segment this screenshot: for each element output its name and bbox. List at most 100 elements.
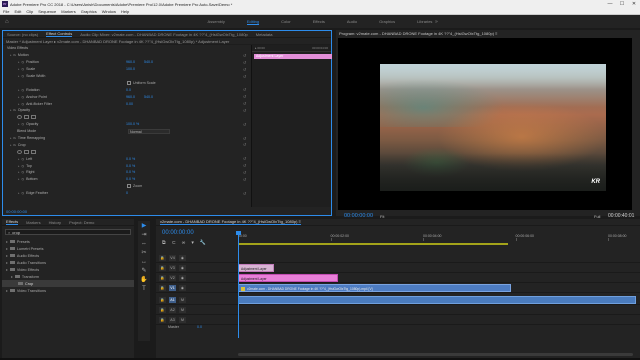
tab-metadata[interactable]: Metadata [256, 32, 273, 37]
lock-icon[interactable]: 🔒 [159, 316, 166, 323]
timeline-timecode[interactable]: 00:00:00:00 [162, 230, 194, 236]
fx-toggle-icon[interactable]: fx [14, 108, 16, 112]
close-button[interactable]: ✕ [628, 1, 640, 7]
property-value[interactable]: 960.0 [126, 95, 135, 99]
expand-icon[interactable]: ▸ [18, 191, 20, 195]
pen-tool-icon[interactable]: ✎ [138, 266, 150, 275]
expand-icon[interactable]: ▸ [6, 288, 8, 293]
hand-tool-icon[interactable]: ✋ [138, 275, 150, 284]
effects-tree-item-video-effects[interactable]: ▸ Video Effects [2, 266, 134, 273]
tab-sequence[interactable]: v2mate.com - DHANBAD DRONE Footage in 4K… [160, 219, 301, 225]
eye-icon[interactable]: ◉ [179, 284, 186, 291]
reset-icon[interactable]: ↺ [243, 108, 246, 113]
expand-icon[interactable]: ▸ [10, 53, 12, 57]
expand-icon[interactable]: ▸ [6, 253, 8, 258]
more-workspaces-icon[interactable]: » [435, 19, 438, 25]
expand-icon[interactable]: ▸ [10, 143, 12, 147]
effects-tree-item-presets[interactable]: ▸ Presets [2, 238, 134, 245]
expand-icon[interactable]: ▸ [18, 102, 20, 106]
expand-icon[interactable]: ▸ [18, 157, 20, 161]
maximize-button[interactable]: ☐ [616, 1, 628, 7]
reset-icon[interactable]: ↺ [243, 142, 246, 147]
property-value-2[interactable]: 540.0 [144, 95, 153, 99]
property-value[interactable]: 100.0 [126, 67, 135, 71]
reset-icon[interactable]: ↺ [243, 191, 246, 196]
ripple-edit-tool-icon[interactable]: ⇔ [138, 239, 150, 248]
reset-icon[interactable]: ↺ [243, 101, 246, 106]
timeline-clip[interactable]: v2mate.com - DHANBAD DRONE Footage in 4K… [238, 284, 511, 292]
property-value[interactable]: 0.0 [126, 88, 131, 92]
workspace-effects[interactable]: Effects [313, 19, 325, 24]
minimize-button[interactable]: — [604, 1, 616, 7]
pen-mask-icon[interactable] [31, 115, 36, 120]
reset-icon[interactable]: ↺ [243, 122, 246, 127]
expand-icon[interactable]: ▸ [18, 60, 20, 64]
lock-icon[interactable]: 🔒 [159, 264, 166, 271]
property-value[interactable]: 0.0 % [126, 170, 135, 174]
expand-icon[interactable]: ▸ [11, 274, 13, 279]
expand-icon[interactable]: ▸ [10, 136, 12, 140]
effect-controls-ruler[interactable]: ▸ 00:00 00:00:04:00 [252, 45, 331, 52]
menu-markers[interactable]: Markers [61, 9, 75, 14]
menu-help[interactable]: Help [121, 9, 129, 14]
reset-icon[interactable]: ↺ [243, 74, 246, 79]
stopwatch-icon[interactable]: ◷ [22, 74, 25, 78]
reset-icon[interactable]: ↺ [243, 177, 246, 182]
timeline-clip[interactable]: Adjustment Layer [238, 274, 338, 282]
track-target[interactable]: A2 [169, 306, 176, 313]
effects-tree-item-audio-effects[interactable]: ▸ Audio Effects [2, 252, 134, 259]
menu-edit[interactable]: Edit [14, 9, 21, 14]
expand-icon[interactable]: ▸ [18, 177, 20, 181]
program-monitor-title[interactable]: Program: v2mate.com - DHANBAD DRONE Foot… [336, 30, 640, 37]
workspace-assembly[interactable]: Assembly [208, 19, 225, 24]
lock-icon[interactable]: 🔒 [159, 284, 166, 291]
type-tool-icon[interactable]: T [138, 284, 150, 293]
track-target[interactable]: A1 [169, 296, 176, 303]
expand-icon[interactable]: ▸ [18, 122, 20, 126]
reset-icon[interactable]: ↺ [243, 87, 246, 92]
eye-icon[interactable]: ◉ [179, 274, 186, 281]
effect-controls-clip-bar[interactable]: Adjustment Layer [254, 54, 332, 59]
mute-icon[interactable]: M [179, 296, 186, 303]
reset-icon[interactable]: ↺ [243, 170, 246, 175]
property-value[interactable]: 0.0 % [126, 177, 135, 181]
timeline-clip[interactable]: Adjustment Layer [238, 264, 274, 272]
stopwatch-icon[interactable]: ◷ [22, 67, 25, 71]
rectangle-mask-icon[interactable] [24, 115, 29, 120]
timeline-scrollbar[interactable] [238, 353, 633, 356]
property-value[interactable]: 0.0 % [126, 157, 135, 161]
reset-icon[interactable]: ↺ [243, 136, 246, 141]
add-marker-icon[interactable]: ▾ [191, 240, 194, 246]
expand-icon[interactable]: ▸ [6, 260, 8, 265]
expand-icon[interactable]: ▸ [6, 239, 8, 244]
tab-project[interactable]: Project: Demo [69, 220, 94, 225]
tab-effect-controls[interactable]: Effect Controls [46, 31, 73, 37]
stopwatch-icon[interactable]: ◷ [22, 157, 25, 161]
tab-audio-clip-mixer[interactable]: Audio Clip Mixer: v2mate.com - DHANBAD D… [80, 32, 247, 37]
effect-controls-timeline[interactable]: ▸ 00:00 00:00:04:00 Adjustment Layer [251, 45, 332, 207]
playhead-handle[interactable] [236, 231, 241, 235]
property-value-2[interactable]: 540.0 [144, 60, 153, 64]
lock-icon[interactable]: 🔒 [159, 254, 166, 261]
workspace-libraries[interactable]: Libraries [417, 19, 432, 24]
nest-icon[interactable]: ⧉ [162, 240, 166, 246]
checkbox[interactable] [127, 184, 131, 189]
workspace-audio[interactable]: Audio [347, 19, 357, 24]
effects-tree-item-transform[interactable]: ▸ Transform [2, 273, 134, 280]
expand-icon[interactable]: ▸ [10, 108, 12, 112]
track-target[interactable]: V1 [169, 284, 176, 291]
track-target[interactable]: V3 [169, 264, 176, 271]
reset-icon[interactable]: ↺ [243, 163, 246, 168]
reset-icon[interactable]: ↺ [243, 60, 246, 65]
expand-icon[interactable]: ▸ [6, 246, 8, 251]
blend-mode-select[interactable]: Normal [128, 128, 170, 134]
timeline-clip[interactable] [238, 296, 636, 304]
reset-icon[interactable]: ↺ [243, 67, 246, 72]
menu-window[interactable]: Window [102, 9, 116, 14]
stopwatch-icon[interactable]: ◷ [22, 60, 25, 64]
effects-tree-item-lumetri-presets[interactable]: ▸ Lumetri Presets [2, 245, 134, 252]
fx-toggle-icon[interactable]: fx [14, 136, 16, 140]
stopwatch-icon[interactable]: ◷ [22, 122, 25, 126]
menu-file[interactable]: File [3, 9, 9, 14]
tab-source[interactable]: Source: (no clips) [7, 32, 38, 37]
